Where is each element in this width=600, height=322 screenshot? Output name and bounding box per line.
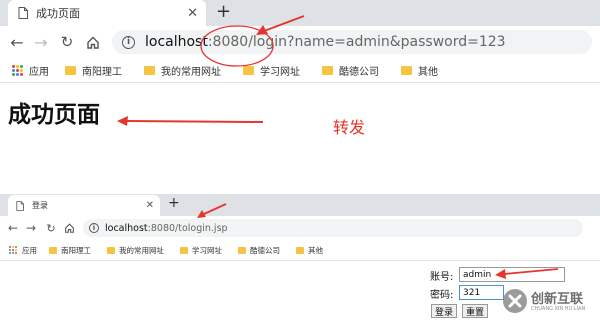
bottom-toolbar: ← → ↻ i localhost:8080/tologin.jsp — [0, 216, 600, 240]
bookmark-label: 南阳理工 — [82, 66, 122, 78]
folder-icon — [322, 65, 333, 75]
top-tab-success[interactable]: 成功页面 ✕ — [8, 0, 206, 26]
bookmark-apps[interactable]: 应用 — [12, 63, 49, 78]
bottom-bookmarks-bar: 应用 南阳理工 我的常用网址 学习网址 酷德公司 其他 — [0, 240, 600, 261]
reload-icon[interactable]: ↻ — [58, 33, 76, 51]
folder-icon — [401, 65, 412, 75]
bottom-new-tab-button[interactable]: + — [168, 195, 180, 211]
bottom-tab-login[interactable]: 登录 ✕ — [8, 195, 160, 216]
bottom-url-host: localhost — [105, 222, 148, 234]
page-icon — [18, 7, 28, 19]
annotation-arrow — [197, 203, 227, 218]
bookmark-folder[interactable]: 其他 — [401, 63, 438, 78]
back-arrow-icon[interactable]: ← — [6, 221, 20, 235]
watermark-logo — [503, 289, 527, 313]
bookmark-folder[interactable]: 学习网址 — [180, 245, 222, 256]
bookmark-label: 学习网址 — [192, 245, 222, 255]
top-tab-title: 成功页面 — [36, 7, 80, 20]
annotation-arrow — [117, 116, 264, 126]
folder-icon — [49, 246, 57, 254]
password-label: 密码: — [430, 290, 454, 301]
annotation-circle — [200, 25, 274, 67]
bottom-url-path: :8080/tologin.jsp — [147, 222, 228, 234]
close-icon[interactable]: ✕ — [187, 6, 198, 21]
forward-arrow-icon[interactable]: → — [24, 221, 38, 235]
bookmark-apps[interactable]: 应用 — [9, 245, 37, 256]
forward-arrow-icon[interactable]: → — [32, 33, 50, 52]
back-arrow-icon[interactable]: ← — [8, 33, 26, 52]
bookmark-label: 应用 — [29, 66, 49, 78]
bookmark-folder[interactable]: 酷德公司 — [238, 245, 280, 256]
reload-icon[interactable]: ↻ — [44, 222, 58, 235]
bookmark-label: 酷德公司 — [339, 66, 379, 78]
folder-icon — [296, 246, 304, 254]
bookmark-label: 我的常用网址 — [119, 245, 164, 255]
folder-icon — [180, 246, 188, 254]
top-new-tab-button[interactable]: + — [216, 1, 231, 22]
top-address-bar[interactable]: i localhost:8080/login?name=admin&passwo… — [112, 30, 592, 54]
info-icon[interactable]: i — [122, 35, 135, 49]
close-icon[interactable]: ✕ — [146, 200, 154, 211]
bookmark-folder[interactable]: 其他 — [296, 245, 323, 256]
annotation-arrow — [495, 268, 559, 279]
page-icon — [16, 200, 24, 211]
page-heading: 成功页面 — [8, 102, 100, 128]
bottom-address-bar[interactable]: i localhost:8080/tologin.jsp — [83, 219, 583, 237]
bookmark-folder[interactable]: 酷德公司 — [322, 63, 379, 78]
watermark-text: 创新互联 — [531, 292, 584, 307]
reset-button[interactable]: 重置 — [462, 304, 488, 318]
watermark-subtext: CHUANG XIN HU LIAN — [531, 306, 586, 312]
top-bookmarks-bar: 应用 南阳理工 我的常用网址 学习网址 酷德公司 其他 — [0, 58, 600, 83]
bookmark-label: 其他 — [308, 245, 323, 255]
bottom-url: localhost:8080/tologin.jsp — [105, 223, 228, 234]
folder-icon — [107, 246, 115, 254]
info-icon[interactable]: i — [89, 223, 99, 233]
password-input[interactable] — [459, 285, 504, 300]
bookmark-folder[interactable]: 我的常用网址 — [107, 245, 164, 256]
bookmark-folder[interactable]: 南阳理工 — [49, 245, 91, 256]
apps-grid-icon — [9, 246, 17, 254]
bookmark-label: 南阳理工 — [61, 245, 91, 255]
home-icon[interactable] — [86, 36, 100, 49]
bookmark-label: 其他 — [418, 66, 438, 78]
folder-icon — [144, 65, 155, 75]
folder-icon — [238, 246, 246, 254]
watermark: 创新互联 CHUANG XIN HU LIAN — [500, 286, 598, 320]
folder-icon — [65, 65, 76, 75]
bookmark-folder[interactable]: 南阳理工 — [65, 63, 122, 78]
login-button[interactable]: 登录 — [431, 304, 457, 318]
bottom-tab-title: 登录 — [32, 201, 48, 210]
annotation-forward: 转发 — [333, 118, 366, 137]
apps-grid-icon — [12, 64, 23, 76]
home-icon[interactable] — [64, 223, 75, 233]
account-label: 账号: — [430, 272, 454, 283]
bookmark-label: 应用 — [22, 245, 37, 255]
bookmark-label: 酷德公司 — [250, 245, 280, 255]
